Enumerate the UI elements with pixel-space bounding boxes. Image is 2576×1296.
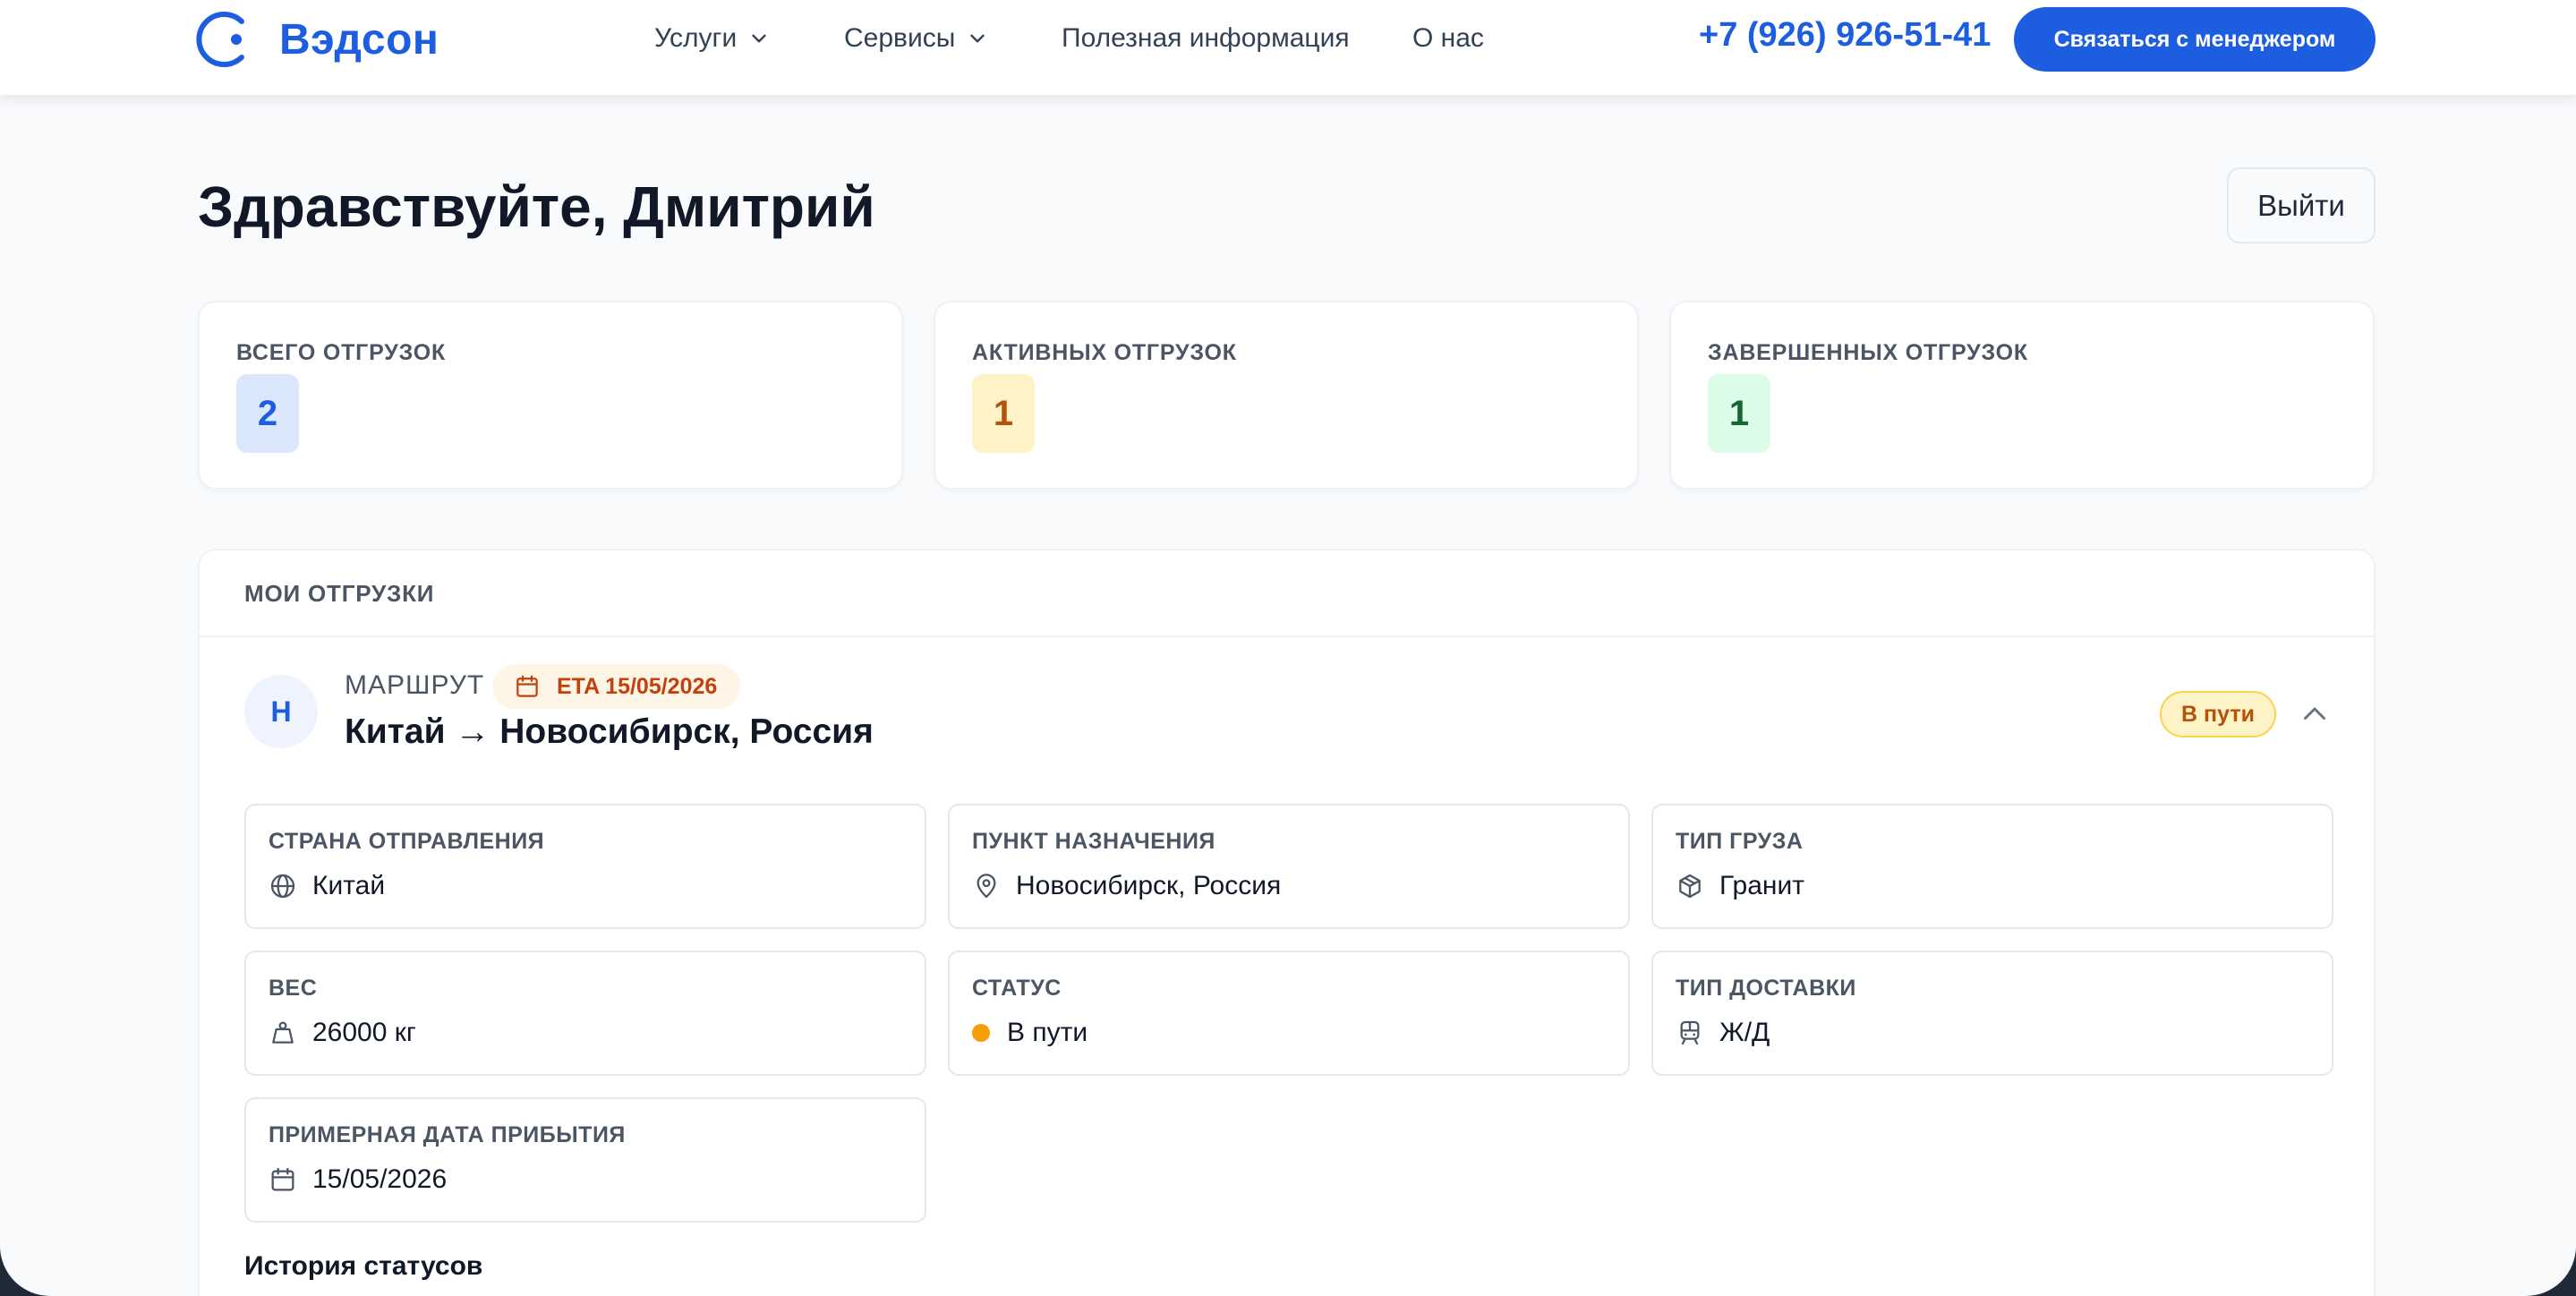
stat-card-total: ВСЕГО ОТГРУЗОК 2 [198,301,903,490]
eta-text: ETA 15/05/2026 [557,673,718,699]
field-label: ТИП ДОСТАВКИ [1676,976,1856,1001]
field-value: Ж/Д [1719,1018,1770,1047]
logout-button[interactable]: Выйти [2227,167,2376,243]
nav-item-about[interactable]: О нас [1412,18,1484,59]
field-value-row: 15/05/2026 [269,1162,447,1198]
field-label: СТРАНА ОТПРАВЛЕНИЯ [269,829,545,854]
shipments-title: МОИ ОТГРУЗКИ [244,580,435,607]
field-weight: ВЕС 26000 кг [244,951,926,1076]
phone-link[interactable]: +7 (926) 926-51-41 [1699,16,1991,55]
stat-value-badge: 2 [236,374,299,453]
shipments-panel-header: МОИ ОТГРУЗКИ [200,550,2374,637]
page-title: Здравствуйте, Дмитрий [198,175,875,239]
field-value: 26000 кг [312,1018,416,1047]
nav-item-label: Услуги [654,23,738,53]
field-delivery-type: ТИП ДОСТАВКИ Ж/Д [1651,951,2333,1076]
calendar-icon [271,1167,294,1191]
field-value: Гранит [1719,871,1804,900]
stat-value-badge: 1 [1708,374,1770,453]
route-title: Китай → Новосибирск, Россия [345,712,874,751]
field-cargo-type: ТИП ГРУЗА Гранит [1651,804,2333,929]
field-value-row: 26000 кг [269,1015,416,1051]
field-value: 15/05/2026 [312,1164,448,1194]
weight-icon [272,1021,294,1044]
package-icon [1679,874,1701,899]
shipments-panel: МОИ ОТГРУЗКИ Н МАРШРУТ ETA 15/05/2026 Ки… [198,549,2376,1296]
field-value: В пути [1007,1018,1088,1047]
nav-item-label: О нас [1412,23,1484,53]
eta-badge: ETA 15/05/2026 [492,664,741,709]
stat-label: ЗАВЕРШЕННЫХ ОТГРУЗОК [1708,340,2028,365]
logo-text: Вэдсон [279,15,439,64]
site-header: Вэдсон Услуги Сервисы Полезная информаци… [0,0,2576,95]
stat-card-completed: ЗАВЕРШЕННЫХ ОТГРУЗОК 1 [1669,301,2375,490]
chevron-up-icon[interactable] [2299,698,2331,730]
train-icon [1680,1020,1700,1045]
field-value: Новосибирск, Россия [1016,871,1282,900]
field-value-row: Китай [269,868,385,904]
field-label: ПУНКТ НАЗНАЧЕНИЯ [972,829,1215,854]
status-history-title: История статусов [244,1251,483,1281]
app-window: Вэдсон Услуги Сервисы Полезная информаци… [0,0,2576,1296]
field-value-row: Гранит [1676,868,1804,904]
chevron-down-icon [970,34,985,43]
logo-mark-icon [196,12,244,67]
field-label: ТИП ГРУЗА [1676,829,1804,854]
nav-item-label: Полезная информация [1062,23,1350,53]
field-label: ПРИМЕРНАЯ ДАТА ПРИБЫТИЯ [269,1122,626,1147]
logo[interactable]: Вэдсон [195,7,439,72]
status-badge: В пути [2160,691,2276,738]
route-label: МАРШРУТ [345,670,485,700]
stat-value-badge: 1 [972,374,1035,453]
field-status: СТАТУС В пути [948,951,1630,1076]
nav-item-label: Сервисы [844,23,956,53]
field-value-row: Новосибирск, Россия [972,868,1281,904]
stat-card-active: АКТИВНЫХ ОТГРУЗОК 1 [934,301,1639,490]
field-origin-country: СТРАНА ОТПРАВЛЕНИЯ Китай [244,804,926,929]
field-label: СТАТУС [972,976,1062,1001]
avatar: Н [244,675,318,748]
stat-label: АКТИВНЫХ ОТГРУЗОК [972,340,1237,365]
nav-item-tools[interactable]: Сервисы [844,18,989,59]
stat-label: ВСЕГО ОТГРУЗОК [236,340,447,365]
nav-item-useful-info[interactable]: Полезная информация [1062,18,1350,59]
map-pin-icon [977,874,996,899]
field-value: Китай [312,871,386,900]
calendar-icon [516,675,538,697]
contact-manager-button[interactable]: Связаться с менеджером [2014,7,2376,72]
globe-icon [270,874,295,899]
field-value-row: Ж/Д [1676,1015,1770,1051]
field-label: ВЕС [269,976,318,1001]
field-eta-date: ПРИМЕРНАЯ ДАТА ПРИБЫТИЯ 15/05/2026 [244,1097,926,1223]
chevron-down-icon [752,34,766,43]
status-dot-icon [972,1024,990,1042]
field-value-row: В пути [972,1015,1088,1051]
nav-item-services[interactable]: Услуги [654,18,771,59]
field-destination: ПУНКТ НАЗНАЧЕНИЯ Новосибирск, Россия [948,804,1630,929]
